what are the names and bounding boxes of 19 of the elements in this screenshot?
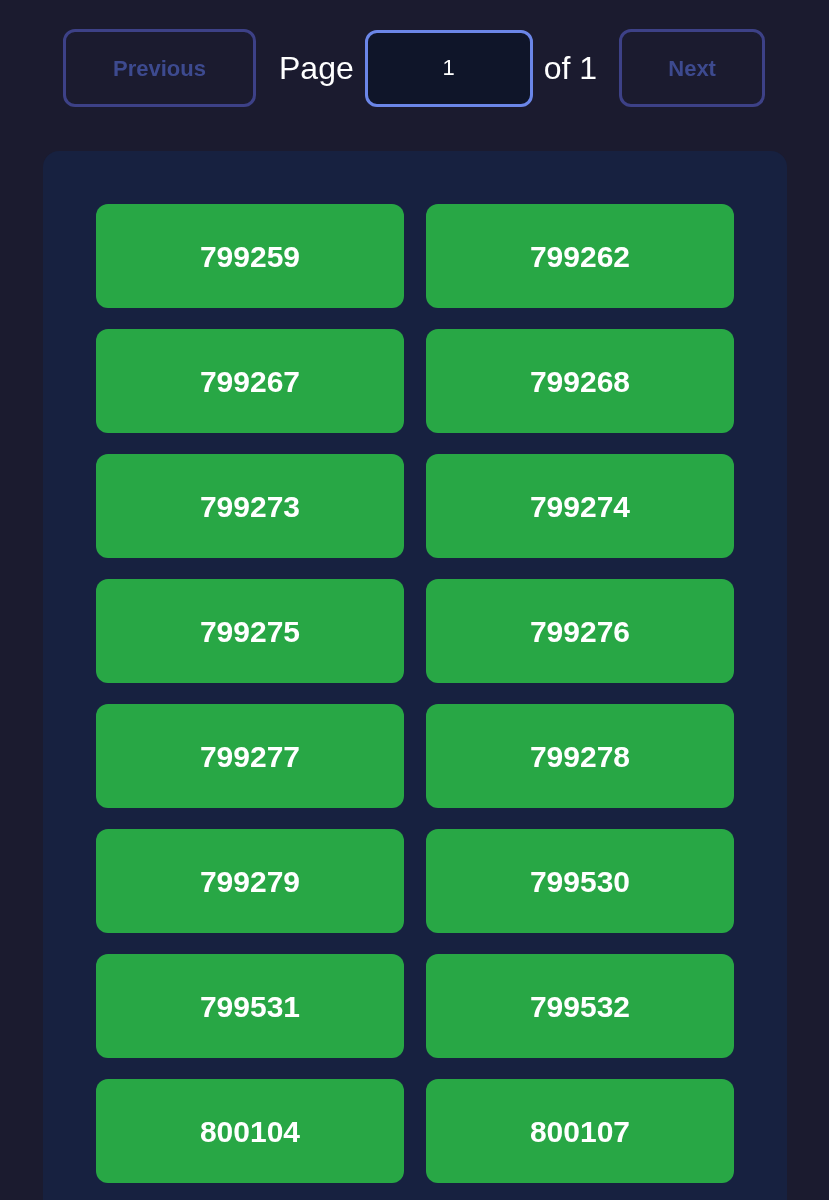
item-button[interactable]: 799278	[426, 704, 734, 808]
item-button[interactable]: 800104	[96, 1079, 404, 1183]
item-button[interactable]: 799259	[96, 204, 404, 308]
item-button[interactable]: 799530	[426, 829, 734, 933]
item-button[interactable]: 799279	[96, 829, 404, 933]
item-button[interactable]: 799531	[96, 954, 404, 1058]
item-button[interactable]: 799273	[96, 454, 404, 558]
item-button[interactable]: 799274	[426, 454, 734, 558]
page-count-label: of 1	[543, 49, 598, 88]
item-button[interactable]: 799268	[426, 329, 734, 433]
item-button[interactable]: 799267	[96, 329, 404, 433]
item-button[interactable]: 799532	[426, 954, 734, 1058]
item-button[interactable]: 799262	[426, 204, 734, 308]
item-button[interactable]: 799277	[96, 704, 404, 808]
page-label: Page	[279, 49, 354, 88]
item-button[interactable]: 799275	[96, 579, 404, 683]
item-button[interactable]: 800107	[426, 1079, 734, 1183]
page-input[interactable]: 1	[364, 29, 533, 107]
item-button[interactable]: 799276	[426, 579, 734, 683]
